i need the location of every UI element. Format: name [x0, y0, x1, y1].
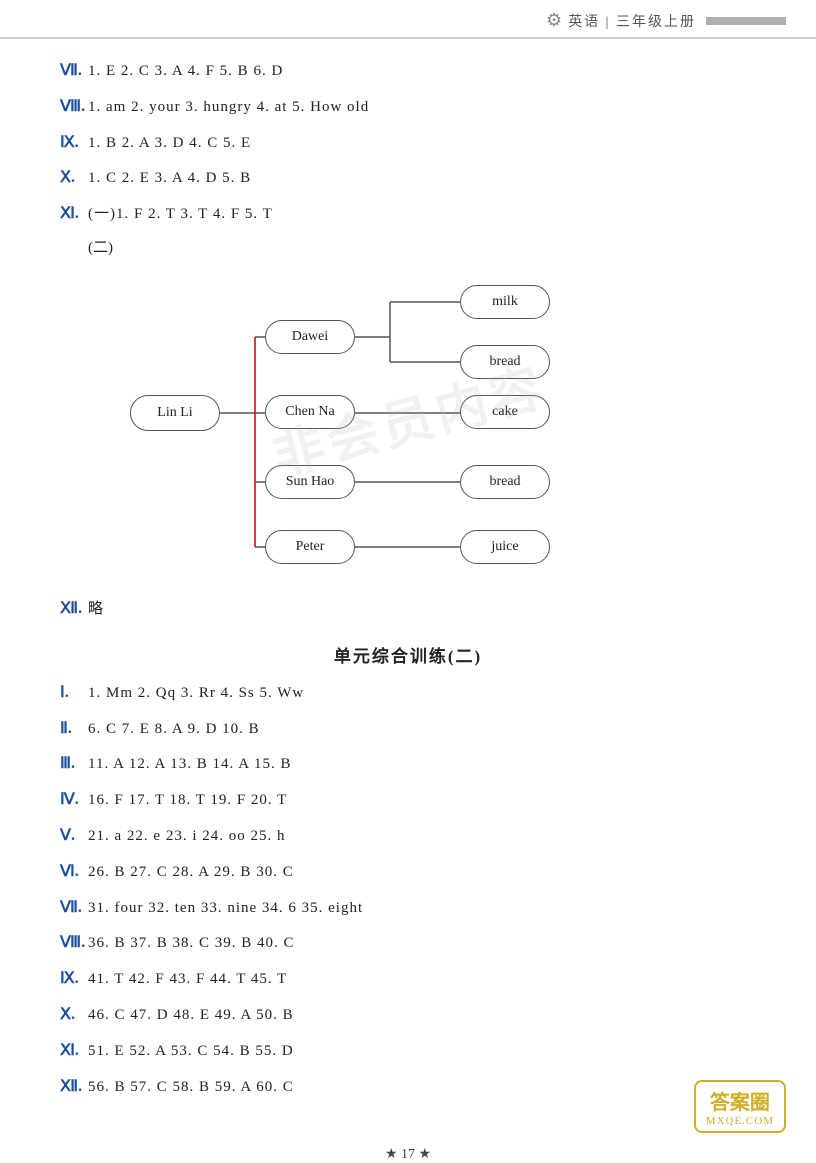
page-header: ⚙ 英语 | 三年级上册: [0, 0, 816, 39]
logo-cn: 答案圈: [706, 1086, 774, 1115]
section2-num-11: Ⅻ.: [60, 1073, 88, 1102]
node-bread1: bread: [460, 345, 550, 379]
section-num-11: Ⅺ.: [60, 200, 88, 229]
section-12: Ⅻ. 略: [60, 595, 756, 624]
section-10: Ⅹ. 1. C 2. E 3. A 4. D 5. B: [60, 164, 756, 193]
section-8: Ⅷ. 1. am 2. your 3. hungry 4. at 5. How …: [60, 93, 756, 122]
node-bread2: bread: [460, 465, 550, 499]
section2-content-11: 56. B 57. C 58. B 59. A 60. C: [88, 1074, 294, 1101]
node-milk: milk: [460, 285, 550, 319]
section2-content-5: 26. B 27. C 28. A 29. B 30. C: [88, 859, 294, 886]
node-linli: Lin Li: [130, 395, 220, 431]
diagram-subtitle: (二): [88, 236, 756, 257]
section-content-7: 1. E 2. C 3. A 4. F 5. B 6. D: [88, 58, 283, 85]
section2-num-5: Ⅵ.: [60, 858, 88, 887]
section2-num-9: Ⅹ.: [60, 1001, 88, 1030]
section-7: Ⅶ. 1. E 2. C 3. A 4. F 5. B 6. D: [60, 57, 756, 86]
sections2-container: Ⅰ.1. Mm 2. Qq 3. Rr 4. Ss 5. WwⅡ.6. C 7.…: [60, 679, 756, 1102]
section2-num-8: Ⅸ.: [60, 965, 88, 994]
main-content: Ⅶ. 1. E 2. C 3. A 4. F 5. B 6. D Ⅷ. 1. a…: [0, 49, 816, 1128]
diagram-area: Lin Li Dawei Chen Na Sun Hao Peter milk …: [120, 265, 640, 585]
section2-content-7: 36. B 37. B 38. C 39. B 40. C: [88, 930, 295, 957]
section2-4: Ⅴ.21. a 22. e 23. i 24. oo 25. h: [60, 822, 756, 851]
section-content-8: 1. am 2. your 3. hungry 4. at 5. How old: [88, 94, 369, 121]
section2-11: Ⅻ.56. B 57. C 58. B 59. A 60. C: [60, 1073, 756, 1102]
node-chenna: Chen Na: [265, 395, 355, 429]
section2-content-4: 21. a 22. e 23. i 24. oo 25. h: [88, 823, 285, 850]
section2-num-7: Ⅷ.: [60, 929, 88, 958]
section2-content-3: 16. F 17. T 18. T 19. F 20. T: [88, 787, 287, 814]
gear-icon: ⚙: [546, 10, 562, 31]
section-content-10: 1. C 2. E 3. A 4. D 5. B: [88, 165, 251, 192]
section2-7: Ⅷ.36. B 37. B 38. C 39. B 40. C: [60, 929, 756, 958]
section2-1: Ⅱ.6. C 7. E 8. A 9. D 10. B: [60, 715, 756, 744]
section-num-12: Ⅻ.: [60, 595, 88, 624]
section-num-9: Ⅸ.: [60, 129, 88, 158]
section-9: Ⅸ. 1. B 2. A 3. D 4. C 5. E: [60, 129, 756, 158]
section2-content-10: 51. E 52. A 53. C 54. B 55. D: [88, 1038, 294, 1065]
logo-box: 答案圈 MXQE.COM: [694, 1080, 786, 1133]
section2-num-4: Ⅴ.: [60, 822, 88, 851]
header-bar: [706, 17, 786, 25]
section-11: Ⅺ. (一)1. F 2. T 3. T 4. F 5. T: [60, 200, 756, 229]
section-num-7: Ⅶ.: [60, 57, 88, 86]
section2-num-2: Ⅲ.: [60, 750, 88, 779]
node-juice: juice: [460, 530, 550, 564]
section2-content-0: 1. Mm 2. Qq 3. Rr 4. Ss 5. Ww: [88, 680, 304, 707]
section-content-9: 1. B 2. A 3. D 4. C 5. E: [88, 130, 251, 157]
section2-content-8: 41. T 42. F 43. F 44. T 45. T: [88, 966, 287, 993]
section2-5: Ⅵ.26. B 27. C 28. A 29. B 30. C: [60, 858, 756, 887]
section2-num-3: Ⅳ.: [60, 786, 88, 815]
unit-title: 单元综合训练(二): [60, 642, 756, 667]
section2-content-2: 11. A 12. A 13. B 14. A 15. B: [88, 751, 292, 778]
logo-area: 答案圈 MXQE.COM: [694, 1080, 786, 1133]
section2-content-6: 31. four 32. ten 33. nine 34. 6 35. eigh…: [88, 895, 363, 922]
node-dawei: Dawei: [265, 320, 355, 354]
section-num-10: Ⅹ.: [60, 164, 88, 193]
section2-10: Ⅺ.51. E 52. A 53. C 54. B 55. D: [60, 1037, 756, 1066]
page-number: ★ 17 ★: [0, 1146, 816, 1163]
section2-9: Ⅹ.46. C 47. D 48. E 49. A 50. B: [60, 1001, 756, 1030]
section-num-8: Ⅷ.: [60, 93, 88, 122]
section2-num-10: Ⅺ.: [60, 1037, 88, 1066]
section2-num-6: Ⅶ.: [60, 894, 88, 923]
logo-en: MXQE.COM: [706, 1115, 774, 1127]
section2-6: Ⅶ.31. four 32. ten 33. nine 34. 6 35. ei…: [60, 894, 756, 923]
section2-3: Ⅳ.16. F 17. T 18. T 19. F 20. T: [60, 786, 756, 815]
section2-0: Ⅰ.1. Mm 2. Qq 3. Rr 4. Ss 5. Ww: [60, 679, 756, 708]
section2-num-1: Ⅱ.: [60, 715, 88, 744]
section2-content-9: 46. C 47. D 48. E 49. A 50. B: [88, 1002, 294, 1029]
section2-num-0: Ⅰ.: [60, 679, 88, 708]
section-content-11: (一)1. F 2. T 3. T 4. F 5. T: [88, 201, 273, 228]
node-sunhao: Sun Hao: [265, 465, 355, 499]
section2-content-1: 6. C 7. E 8. A 9. D 10. B: [88, 716, 260, 743]
node-peter: Peter: [265, 530, 355, 564]
section2-2: Ⅲ.11. A 12. A 13. B 14. A 15. B: [60, 750, 756, 779]
section-content-12: 略: [88, 596, 104, 623]
node-cake: cake: [460, 395, 550, 429]
section2-8: Ⅸ.41. T 42. F 43. F 44. T 45. T: [60, 965, 756, 994]
header-text: 英语 | 三年级上册: [568, 11, 696, 31]
